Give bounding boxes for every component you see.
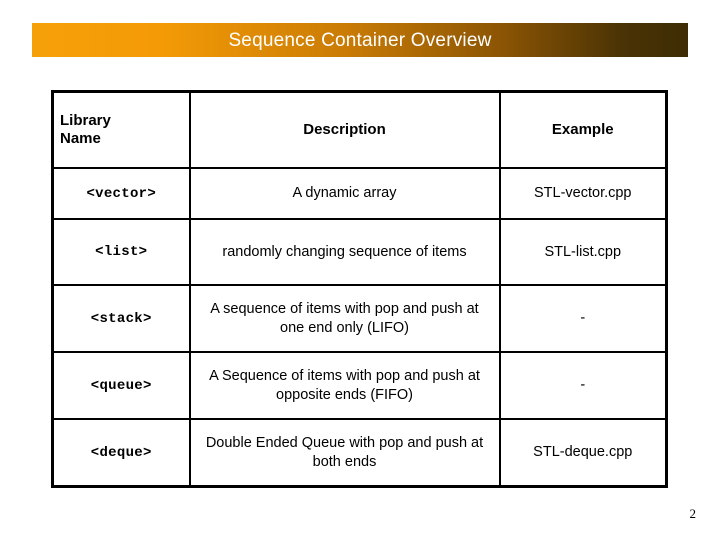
sequence-container-table-wrapper: Library Name Description Example <vector…	[51, 90, 668, 488]
table-row: <stack> A sequence of items with pop and…	[51, 284, 668, 353]
cell-description: A sequence of items with pop and push at…	[188, 284, 501, 353]
title-banner: Sequence Container Overview	[32, 23, 688, 57]
column-header-description: Description	[188, 90, 501, 169]
cell-example: STL-list.cpp	[498, 218, 668, 286]
sequence-container-table: Library Name Description Example <vector…	[51, 90, 668, 488]
cell-example: -	[498, 284, 668, 353]
table-header-row: Library Name Description Example	[51, 90, 668, 169]
table-row: <vector> A dynamic array STL-vector.cpp	[51, 167, 668, 220]
cell-description: A dynamic array	[188, 167, 501, 220]
cell-description: randomly changing sequence of items	[188, 218, 501, 286]
table-row: <queue> A Sequence of items with pop and…	[51, 351, 668, 420]
cell-library-name: <list>	[51, 218, 191, 286]
page-title: Sequence Container Overview	[228, 29, 492, 51]
column-header-library-name-line2: Name	[60, 130, 101, 147]
cell-library-name: <deque>	[51, 418, 191, 488]
column-header-example: Example	[498, 90, 668, 169]
page-number: 2	[689, 506, 697, 521]
cell-library-name: <queue>	[51, 351, 191, 420]
cell-description: Double Ended Queue with pop and push at …	[188, 418, 501, 488]
table-row: <list> randomly changing sequence of ite…	[51, 218, 668, 286]
column-header-library-name: Library Name	[51, 90, 191, 169]
column-header-library-name-line1: Library	[60, 112, 111, 130]
cell-library-name: <stack>	[51, 284, 191, 353]
cell-example: -	[498, 351, 668, 420]
cell-description: A Sequence of items with pop and push at…	[188, 351, 501, 420]
cell-example: STL-vector.cpp	[498, 167, 668, 220]
cell-example: STL-deque.cpp	[498, 418, 668, 488]
table-row: <deque> Double Ended Queue with pop and …	[51, 418, 668, 488]
cell-library-name: <vector>	[51, 167, 191, 220]
